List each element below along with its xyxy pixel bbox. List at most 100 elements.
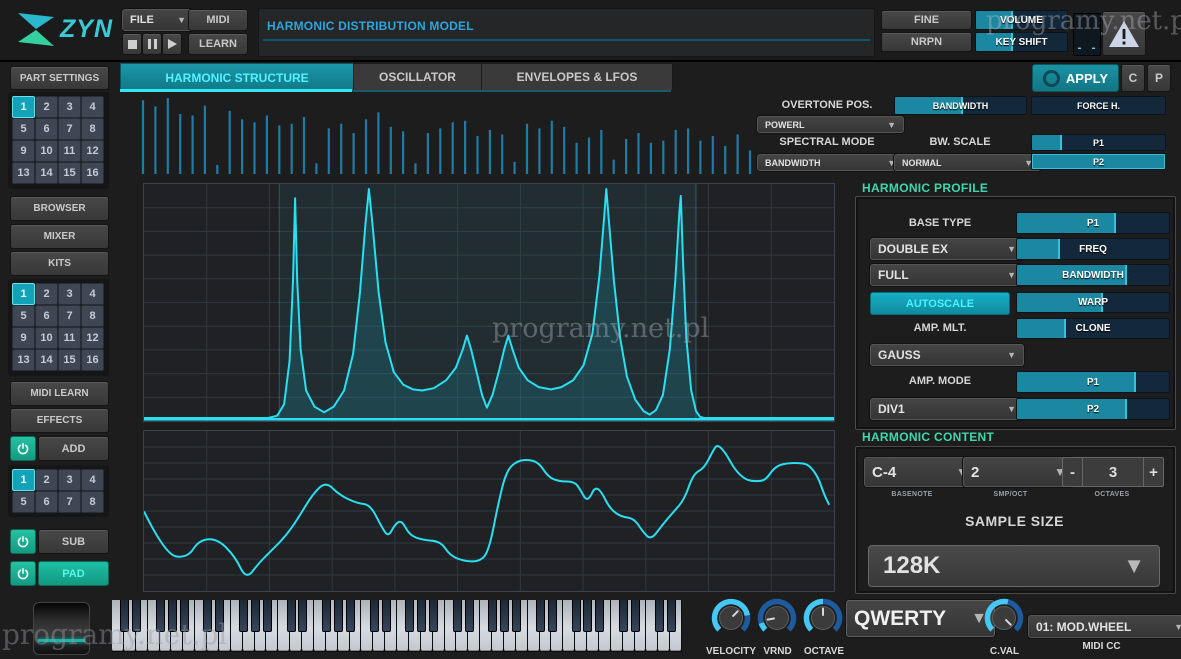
octaves-minus-button[interactable]: - [1063, 458, 1083, 486]
grid-cell-7[interactable]: 7 [58, 491, 81, 513]
piano-key-black[interactable] [500, 600, 509, 632]
tab-oscillator[interactable]: OSCILLATOR [353, 63, 482, 91]
grid-cell-7[interactable]: 7 [58, 118, 81, 140]
stop-button[interactable] [122, 33, 142, 55]
grid-cell-5[interactable]: 5 [12, 491, 35, 513]
piano-key-black[interactable] [203, 600, 212, 632]
piano-key-black[interactable] [239, 600, 248, 632]
piano-key-black[interactable] [572, 600, 581, 632]
amp-p2-slider[interactable]: P2 [1016, 398, 1170, 420]
grid-cell-2[interactable]: 2 [35, 283, 58, 305]
tab-envelopes-lfos[interactable]: ENVELOPES & LFOS [481, 63, 673, 91]
grid-cell-16[interactable]: 16 [81, 162, 104, 184]
grid-cell-10[interactable]: 10 [35, 140, 58, 162]
fine-button[interactable]: FINE [881, 10, 972, 30]
sub-button[interactable]: SUB [38, 529, 109, 554]
harmonic-profile-chart[interactable] [143, 183, 835, 422]
add-button[interactable]: ADD [38, 436, 109, 461]
piano-key-black[interactable] [655, 600, 664, 632]
smp-oct-select[interactable]: 2▼ [963, 457, 1074, 487]
volume-slider[interactable]: VOLUME [975, 10, 1068, 30]
harmonic-bars-chart[interactable] [140, 95, 755, 175]
sub-enable-toggle[interactable] [10, 529, 36, 554]
add-enable-toggle[interactable] [10, 436, 36, 461]
grid-cell-10[interactable]: 10 [35, 327, 58, 349]
grid-cell-3[interactable]: 3 [58, 283, 81, 305]
piano-keyboard[interactable] [112, 600, 682, 652]
grid-cell-14[interactable]: 14 [35, 349, 58, 371]
vrnd-knob[interactable] [755, 596, 799, 640]
panic-button[interactable] [1102, 11, 1146, 56]
amp-multiplier-select[interactable]: GAUSS▼ [870, 344, 1024, 366]
piano-key-black[interactable] [453, 600, 462, 632]
copy-button[interactable]: C [1121, 64, 1145, 92]
grid-cell-8[interactable]: 8 [81, 305, 104, 327]
piano-key-black[interactable] [512, 600, 521, 632]
piano-key-black[interactable] [382, 600, 391, 632]
velocity-knob[interactable] [709, 596, 753, 640]
nrpn-button[interactable]: NRPN [881, 32, 972, 52]
grid-cell-7[interactable]: 7 [58, 305, 81, 327]
piano-key-black[interactable] [465, 600, 474, 632]
pitch-wheel[interactable] [33, 602, 90, 655]
grid-cell-8[interactable]: 8 [81, 118, 104, 140]
midi-button[interactable]: MIDI [188, 9, 248, 31]
piano-key-black[interactable] [156, 600, 165, 632]
piano-key-black[interactable] [667, 600, 676, 632]
modifier-select[interactable]: FULL▼ [870, 264, 1024, 286]
piano-key-black[interactable] [132, 600, 141, 632]
grid-cell-6[interactable]: 6 [35, 305, 58, 327]
title-field[interactable]: HARMONIC DISTRIBUTION MODEL [258, 8, 875, 57]
piano-key-black[interactable] [405, 600, 414, 632]
grid-cell-3[interactable]: 3 [58, 96, 81, 118]
piano-key-black[interactable] [417, 600, 426, 632]
overtone-p1-slider[interactable]: P1 [1031, 134, 1166, 151]
octaves-plus-button[interactable]: + [1143, 458, 1163, 486]
pad-button[interactable]: PAD [38, 561, 109, 586]
grid-cell-9[interactable]: 9 [12, 140, 35, 162]
warp-slider[interactable]: WARP [1016, 292, 1170, 313]
piano-key-black[interactable] [583, 600, 592, 632]
piano-key-black[interactable] [168, 600, 177, 632]
amp-mode-select[interactable]: DIV1▼ [870, 398, 1024, 420]
piano-key-black[interactable] [619, 600, 628, 632]
effects-button[interactable]: EFFECTS [10, 408, 109, 433]
pause-button[interactable] [142, 33, 162, 55]
qwerty-select[interactable]: QWERTY▼ [846, 600, 995, 637]
grid-cell-5[interactable]: 5 [12, 118, 35, 140]
grid-cell-4[interactable]: 4 [81, 469, 104, 491]
piano-key-black[interactable] [298, 600, 307, 632]
freq-slider[interactable]: FREQ [1016, 238, 1170, 260]
grid-cell-1[interactable]: 1 [12, 283, 35, 305]
paste-button[interactable]: P [1147, 64, 1171, 92]
pad-enable-toggle[interactable] [10, 561, 36, 586]
grid-cell-13[interactable]: 13 [12, 162, 35, 184]
grid-cell-3[interactable]: 3 [58, 469, 81, 491]
profile-p1-slider[interactable]: P1 [1016, 212, 1170, 234]
piano-key-black[interactable] [595, 600, 604, 632]
grid-cell-14[interactable]: 14 [35, 162, 58, 184]
piano-key-black[interactable] [429, 600, 438, 632]
piano-key-black[interactable] [631, 600, 640, 632]
profile-bandwidth-slider[interactable]: BANDWIDTH [1016, 264, 1170, 286]
autoscale-button[interactable]: AUTOSCALE [870, 292, 1010, 315]
browser-button[interactable]: BROWSER [10, 196, 109, 221]
midi-cc-select[interactable]: 01: MOD.WHEEL▼ [1028, 615, 1181, 638]
grid-cell-12[interactable]: 12 [81, 327, 104, 349]
grid-cell-11[interactable]: 11 [58, 140, 81, 162]
grid-cell-13[interactable]: 13 [12, 349, 35, 371]
grid-cell-15[interactable]: 15 [58, 349, 81, 371]
grid-cell-6[interactable]: 6 [35, 491, 58, 513]
tab-harmonic-structure[interactable]: HARMONIC STRUCTURE [120, 63, 354, 91]
clone-slider[interactable]: CLONE [1016, 318, 1170, 339]
piano-key-black[interactable] [548, 600, 557, 632]
grid-cell-4[interactable]: 4 [81, 96, 104, 118]
piano-key-black[interactable] [120, 600, 129, 632]
grid-cell-12[interactable]: 12 [81, 140, 104, 162]
piano-key-black[interactable] [488, 600, 497, 632]
kits-button[interactable]: KITS [10, 251, 109, 276]
base-type-select[interactable]: DOUBLE EX▼ [870, 238, 1024, 260]
grid-cell-1[interactable]: 1 [12, 96, 35, 118]
grid-cell-2[interactable]: 2 [35, 96, 58, 118]
sample-waveform-chart[interactable] [143, 430, 835, 592]
